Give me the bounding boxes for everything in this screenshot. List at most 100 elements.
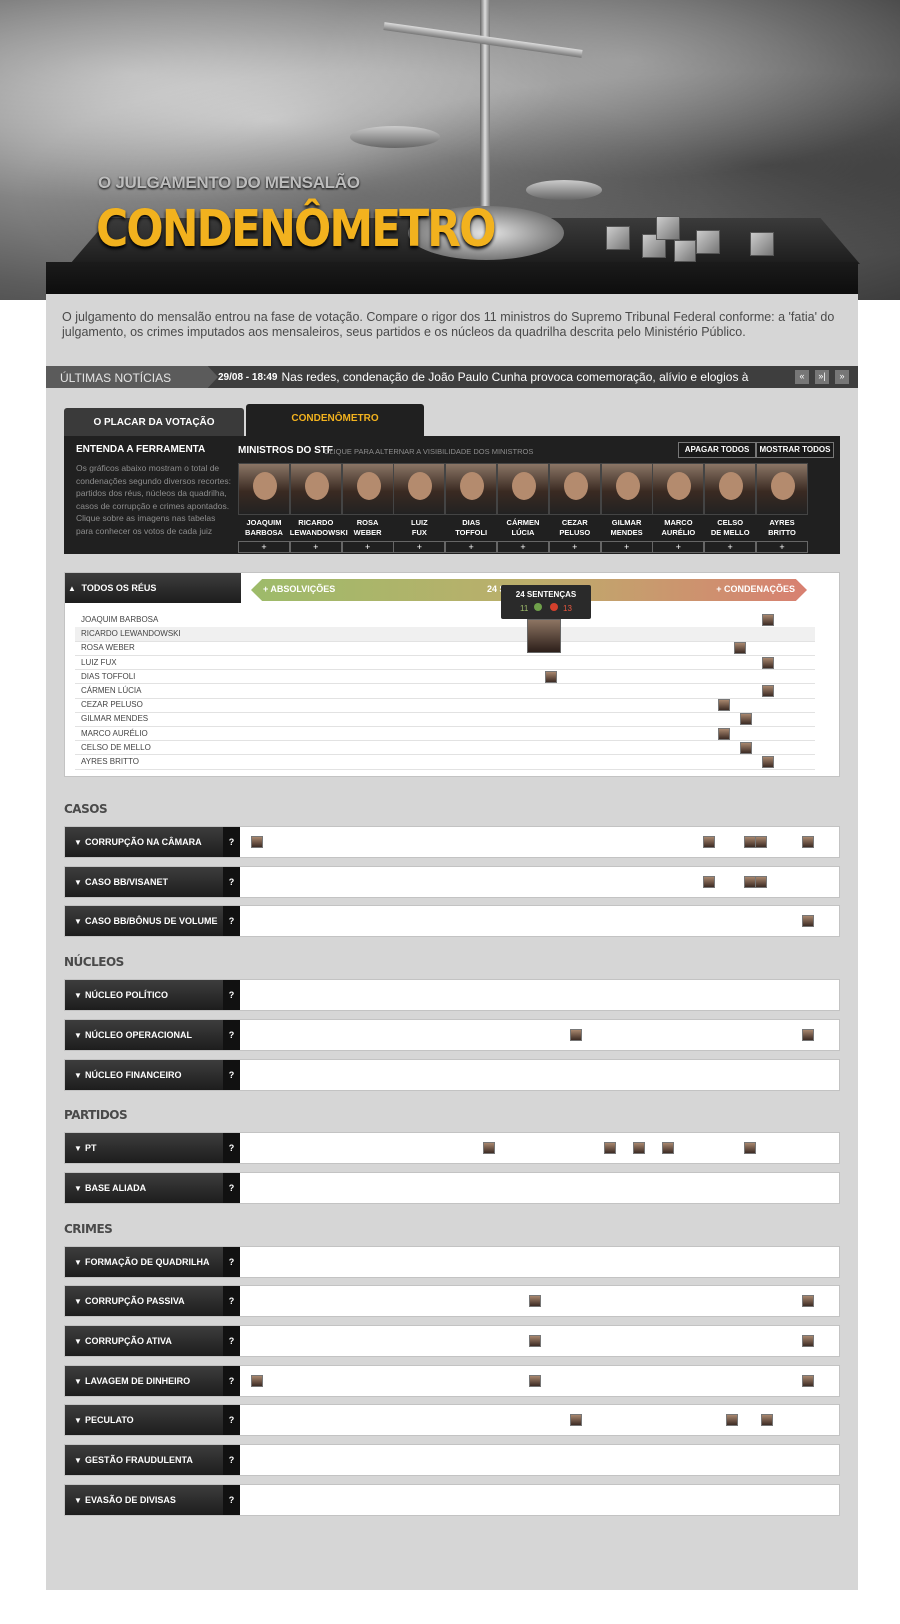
minister-card[interactable]: AYRES BRITTO + <box>756 463 808 553</box>
toggle-minister-button[interactable]: + <box>445 541 498 553</box>
tab-condenometro[interactable]: CONDENÔMETRO <box>246 404 424 436</box>
minister-face-marker[interactable] <box>529 1374 541 1387</box>
minister-face-marker[interactable] <box>762 656 775 669</box>
help-icon[interactable]: ? <box>223 1445 240 1476</box>
toggle-minister-button[interactable]: + <box>289 541 342 553</box>
help-icon[interactable]: ? <box>223 980 240 1011</box>
minister-face-marker[interactable] <box>529 1335 541 1347</box>
toggle-minister-button[interactable]: + <box>548 541 601 553</box>
minister-face-marker[interactable] <box>717 699 730 712</box>
toggle-minister-button[interactable]: + <box>704 541 757 553</box>
minister-face-marker[interactable] <box>250 1374 263 1387</box>
minister-face-marker[interactable] <box>755 875 768 888</box>
double-chevron-left-icon[interactable]: « <box>795 370 809 384</box>
help-icon[interactable]: ? <box>223 1286 240 1317</box>
minister-face-marker[interactable] <box>743 836 756 848</box>
minister-photo[interactable] <box>497 463 549 515</box>
help-icon[interactable]: ? <box>223 1133 240 1164</box>
minister-face-marker[interactable] <box>545 670 558 683</box>
minister-face-marker[interactable] <box>801 1028 814 1041</box>
category-toggle[interactable]: ▼ CORRUPÇÃO PASSIVA <box>65 1286 223 1317</box>
minister-photo[interactable] <box>393 463 446 515</box>
minister-card[interactable]: CELSO DE MELLO + <box>704 463 757 553</box>
minister-face-marker[interactable] <box>739 713 752 726</box>
minister-face-marker[interactable] <box>529 1295 541 1308</box>
help-icon[interactable]: ? <box>223 1246 240 1277</box>
help-icon[interactable]: ? <box>223 866 240 897</box>
category-toggle[interactable]: ▼ NÚCLEO POLÍTICO <box>65 980 223 1011</box>
minister-face-marker[interactable] <box>801 915 814 928</box>
minister-face-marker[interactable] <box>569 1028 582 1041</box>
tab-placar[interactable]: O PLACAR DA VOTAÇÃO <box>64 408 244 438</box>
toggle-minister-button[interactable]: + <box>238 541 290 553</box>
category-toggle[interactable]: ▼ CORRUPÇÃO NA CÂMARA <box>65 827 223 857</box>
minister-card[interactable]: CÁRMEN LÚCIA + <box>497 463 549 553</box>
minister-face-marker[interactable] <box>761 1414 773 1427</box>
minister-face-marker[interactable] <box>743 1142 756 1155</box>
minister-face-marker[interactable] <box>726 1414 739 1427</box>
minister-face-marker[interactable] <box>717 727 730 740</box>
minister-face-marker[interactable] <box>743 875 756 888</box>
minister-face-marker[interactable] <box>633 1142 646 1155</box>
help-icon[interactable]: ? <box>223 1365 240 1396</box>
minister-photo[interactable] <box>704 463 757 515</box>
minister-card[interactable]: LUIZ FUX + <box>393 463 446 553</box>
toggle-minister-button[interactable]: + <box>652 541 705 553</box>
minister-card[interactable]: ROSA WEBER + <box>341 463 394 553</box>
category-toggle[interactable]: ▼ CASO BB/VISANET <box>65 866 223 897</box>
minister-photo[interactable] <box>652 463 705 515</box>
toggle-minister-button[interactable]: + <box>341 541 394 553</box>
minister-face-marker[interactable] <box>801 1295 814 1308</box>
minister-card[interactable]: JOAQUIM BARBOSA + <box>238 463 290 553</box>
help-icon[interactable]: ? <box>223 1484 240 1515</box>
help-icon[interactable]: ? <box>223 1405 240 1436</box>
minister-photo[interactable] <box>238 463 290 515</box>
category-toggle[interactable]: ▼ BASE ALIADA <box>65 1172 223 1203</box>
category-toggle[interactable]: ▼ FORMAÇÃO DE QUADRILHA <box>65 1246 223 1277</box>
help-icon[interactable]: ? <box>223 1172 240 1203</box>
help-icon[interactable]: ? <box>223 1019 240 1050</box>
minister-card[interactable]: MARCO AURÉLIO + <box>652 463 705 553</box>
minister-photo[interactable] <box>548 463 601 515</box>
minister-face-marker[interactable] <box>762 685 775 697</box>
show-all-button[interactable]: MOSTRAR TODOS <box>756 442 834 458</box>
help-icon[interactable]: ? <box>223 1326 240 1356</box>
minister-face-marker[interactable] <box>762 756 775 768</box>
category-toggle[interactable]: ▼ CORRUPÇÃO ATIVA <box>65 1326 223 1356</box>
todos-header[interactable]: ▲ TODOS OS RÉUS <box>65 573 241 603</box>
minister-card[interactable]: RICARDO LEWANDOWSKI + <box>289 463 348 553</box>
toggle-minister-button[interactable]: + <box>393 541 446 553</box>
category-toggle[interactable]: ▼ NÚCLEO OPERACIONAL <box>65 1019 223 1050</box>
minister-face-highlight[interactable] <box>527 619 561 653</box>
minister-photo[interactable] <box>756 463 808 515</box>
category-toggle[interactable]: ▼ PT <box>65 1133 223 1164</box>
category-toggle[interactable]: ▼ LAVAGEM DE DINHEIRO <box>65 1365 223 1396</box>
minister-photo[interactable] <box>445 463 498 515</box>
help-icon[interactable]: ? <box>223 906 240 937</box>
help-icon[interactable]: ? <box>223 1059 240 1090</box>
minister-card[interactable]: CEZAR PELUSO + <box>548 463 601 553</box>
minister-face-marker[interactable] <box>762 614 775 626</box>
minister-photo[interactable] <box>341 463 394 515</box>
toggle-minister-button[interactable]: + <box>497 541 549 553</box>
category-toggle[interactable]: ▼ PECULATO <box>65 1405 223 1436</box>
minister-face-marker[interactable] <box>739 741 752 754</box>
minister-face-marker[interactable] <box>703 875 715 888</box>
minister-face-marker[interactable] <box>604 1142 617 1155</box>
news-headline[interactable]: Nas redes, condenação de João Paulo Cunh… <box>282 370 762 384</box>
help-icon[interactable]: ? <box>223 827 240 857</box>
skip-next-icon[interactable]: »| <box>815 370 829 384</box>
minister-photo[interactable] <box>289 463 342 515</box>
minister-face-marker[interactable] <box>801 1335 814 1347</box>
minister-face-marker[interactable] <box>734 642 747 655</box>
category-toggle[interactable]: ▼ GESTÃO FRAUDULENTA <box>65 1445 223 1476</box>
clear-all-button[interactable]: APAGAR TODOS <box>678 442 756 458</box>
minister-face-marker[interactable] <box>801 1374 814 1387</box>
minister-face-marker[interactable] <box>482 1142 495 1155</box>
minister-face-marker[interactable] <box>801 836 814 848</box>
toggle-minister-button[interactable]: + <box>600 541 653 553</box>
minister-face-marker[interactable] <box>250 836 263 848</box>
category-toggle[interactable]: ▼ EVASÃO DE DIVISAS <box>65 1484 223 1515</box>
minister-photo[interactable] <box>600 463 653 515</box>
category-toggle[interactable]: ▼ NÚCLEO FINANCEIRO <box>65 1059 223 1090</box>
